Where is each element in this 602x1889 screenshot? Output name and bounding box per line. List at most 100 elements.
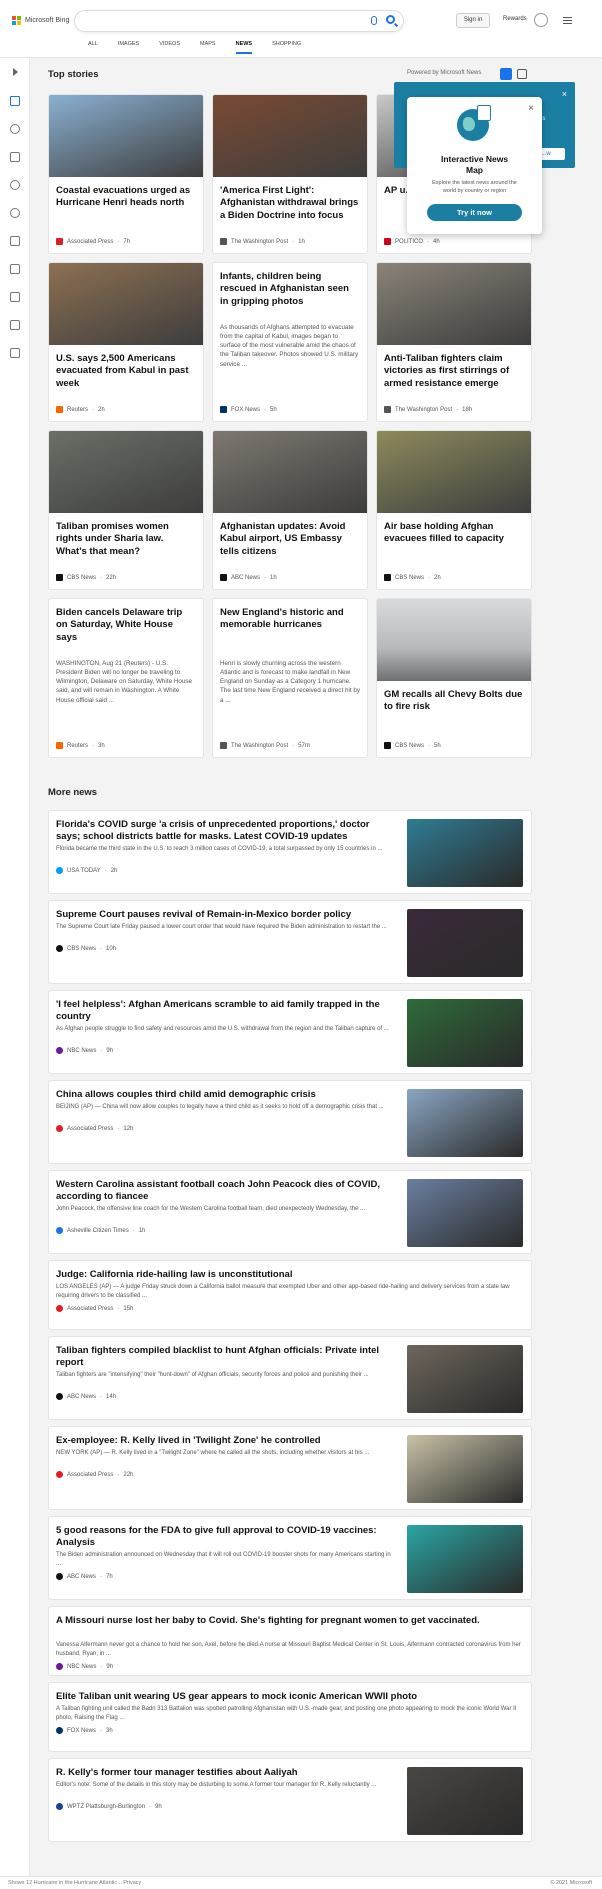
story-image[interactable] — [377, 263, 531, 345]
news-thumbnail[interactable] — [407, 1435, 523, 1503]
news-list-item[interactable]: Ex-employee: R. Kelly lived in 'Twilight… — [48, 1426, 532, 1510]
footer-left-text[interactable]: Shows 12 Hurricane in the Hurricane Atla… — [8, 1880, 141, 1886]
story-title[interactable]: GM recalls all Chevy Bolts due to fire r… — [384, 689, 524, 714]
story-card[interactable]: Taliban promises women rights under Shar… — [48, 430, 204, 590]
news-title[interactable]: China allows couples third child amid de… — [56, 1089, 395, 1101]
news-title[interactable]: Supreme Court pauses revival of Remain-i… — [56, 909, 395, 921]
news-thumbnail[interactable] — [407, 1767, 523, 1835]
entertainment-icon[interactable] — [10, 292, 20, 302]
news-thumbnail[interactable] — [407, 999, 523, 1067]
story-image[interactable] — [213, 431, 367, 513]
news-title[interactable]: Western Carolina assistant football coac… — [56, 1179, 395, 1204]
story-time: 5h — [270, 406, 277, 413]
news-list-item[interactable]: R. Kelly's former tour manager testifies… — [48, 1758, 532, 1842]
globe-icon[interactable] — [10, 208, 20, 218]
news-list-item[interactable]: Taliban fighters compiled blacklist to h… — [48, 1336, 532, 1420]
news-thumbnail[interactable] — [407, 1345, 523, 1413]
expand-rail-icon[interactable] — [13, 68, 18, 76]
home-icon[interactable] — [10, 96, 20, 106]
search-icon[interactable] — [386, 15, 395, 24]
news-list-item[interactable]: Supreme Court pauses revival of Remain-i… — [48, 900, 532, 984]
story-card[interactable]: Anti-Taliban fighters claim victories as… — [376, 262, 532, 422]
news-time: 10h — [106, 945, 117, 952]
story-title[interactable]: New England's historic and memorable hur… — [220, 607, 360, 632]
story-title[interactable]: Anti-Taliban fighters claim victories as… — [384, 353, 524, 390]
news-title[interactable]: 'I feel helpless': Afghan Americans scra… — [56, 999, 395, 1024]
story-image[interactable] — [49, 263, 203, 345]
story-image[interactable] — [377, 599, 531, 681]
story-title[interactable]: Infants, children being rescued in Afgha… — [220, 271, 360, 308]
story-card[interactable]: 'America First Light': Afghanistan withd… — [212, 94, 368, 254]
source-logo-icon — [220, 742, 227, 749]
news-title[interactable]: Judge: California ride-hailing law is un… — [56, 1269, 521, 1281]
news-list-item[interactable]: Florida's COVID surge 'a crisis of unpre… — [48, 810, 532, 894]
news-thumbnail[interactable] — [407, 1525, 523, 1593]
story-card[interactable]: GM recalls all Chevy Bolts due to fire r… — [376, 598, 532, 758]
news-thumbnail[interactable] — [407, 819, 523, 887]
story-card[interactable]: U.S. says 2,500 Americans evacuated from… — [48, 262, 204, 422]
grid-view-icon[interactable] — [500, 68, 512, 80]
story-card[interactable]: Air base holding Afghan evacuees filled … — [376, 430, 532, 590]
rewards-link[interactable]: Rewards — [503, 16, 527, 22]
microphone-icon[interactable] — [371, 16, 377, 25]
news-title[interactable]: Elite Taliban unit wearing US gear appea… — [56, 1691, 521, 1703]
story-card[interactable]: Infants, children being rescued in Afgha… — [212, 262, 368, 422]
news-thumbnail[interactable] — [407, 1089, 523, 1157]
news-list-item[interactable]: A Missouri nurse lost her baby to Covid.… — [48, 1606, 532, 1676]
news-title[interactable]: A Missouri nurse lost her baby to Covid.… — [56, 1615, 521, 1627]
callout-close-icon[interactable]: × — [562, 89, 567, 99]
story-image[interactable] — [49, 431, 203, 513]
business-icon[interactable] — [10, 320, 20, 330]
news-list-item[interactable]: Elite Taliban unit wearing US gear appea… — [48, 1682, 532, 1752]
science-icon[interactable] — [10, 236, 20, 246]
news-source: ABC News · 7h — [56, 1573, 113, 1580]
news-title[interactable]: R. Kelly's former tour manager testifies… — [56, 1767, 395, 1779]
source-name: ABC News — [67, 1573, 97, 1580]
story-title[interactable]: 'America First Light': Afghanistan withd… — [220, 185, 360, 222]
story-title[interactable]: Afghanistan updates: Avoid Kabul airport… — [220, 521, 360, 558]
news-list-item[interactable]: 5 good reasons for the FDA to give full … — [48, 1516, 532, 1600]
story-title[interactable]: Biden cancels Delaware trip on Saturday,… — [56, 607, 196, 644]
story-card[interactable]: Afghanistan updates: Avoid Kabul airport… — [212, 430, 368, 590]
story-card[interactable]: Coastal evacuations urged as Hurricane H… — [48, 94, 204, 254]
news-title[interactable]: Ex-employee: R. Kelly lived in 'Twilight… — [56, 1435, 395, 1447]
story-title[interactable]: U.S. says 2,500 Americans evacuated from… — [56, 353, 196, 390]
sign-in-button[interactable]: Sign in — [456, 13, 490, 28]
news-title[interactable]: Taliban fighters compiled blacklist to h… — [56, 1345, 395, 1370]
location-pin-icon[interactable] — [10, 180, 20, 190]
tab-images[interactable]: IMAGES — [118, 40, 139, 54]
story-image[interactable] — [377, 431, 531, 513]
tab-shopping[interactable]: SHOPPING — [272, 40, 301, 54]
story-card[interactable]: Biden cancels Delaware trip on Saturday,… — [48, 598, 204, 758]
search-input[interactable] — [74, 10, 404, 32]
story-snippet: As thousands of Afghans attempted to eva… — [220, 324, 359, 368]
story-image[interactable] — [49, 95, 203, 177]
bing-logo[interactable]: Microsoft Bing — [12, 16, 69, 25]
news-title[interactable]: Florida's COVID surge 'a crisis of unpre… — [56, 819, 395, 844]
rocket-icon[interactable] — [10, 264, 20, 274]
map-view-icon[interactable] — [517, 69, 527, 79]
story-card[interactable]: New England's historic and memorable hur… — [212, 598, 368, 758]
hamburger-menu-icon[interactable] — [563, 17, 572, 24]
tab-maps[interactable]: MAPS — [200, 40, 216, 54]
covid-icon[interactable] — [10, 124, 20, 134]
news-list-item[interactable]: China allows couples third child amid de… — [48, 1080, 532, 1164]
news-list-item[interactable]: Western Carolina assistant football coac… — [48, 1170, 532, 1254]
news-thumbnail[interactable] — [407, 1179, 523, 1247]
sports-icon[interactable] — [10, 348, 20, 358]
story-title[interactable]: Taliban promises women rights under Shar… — [56, 521, 196, 558]
try-it-now-button[interactable]: Try it now — [427, 204, 522, 221]
news-list-item[interactable]: Judge: California ride-hailing law is un… — [48, 1260, 532, 1330]
story-image[interactable] — [213, 95, 367, 177]
flag-icon[interactable] — [10, 152, 20, 162]
tab-all[interactable]: ALL — [88, 40, 98, 54]
news-title[interactable]: 5 good reasons for the FDA to give full … — [56, 1525, 395, 1550]
story-title[interactable]: Air base holding Afghan evacuees filled … — [384, 521, 524, 546]
rewards-trophy-icon[interactable] — [534, 13, 548, 27]
tab-news[interactable]: NEWS — [235, 40, 253, 54]
popup-close-icon[interactable]: × — [528, 103, 534, 114]
news-list-item[interactable]: 'I feel helpless': Afghan Americans scra… — [48, 990, 532, 1074]
news-thumbnail[interactable] — [407, 909, 523, 977]
tab-videos[interactable]: VIDEOS — [159, 40, 180, 54]
story-title[interactable]: Coastal evacuations urged as Hurricane H… — [56, 185, 196, 210]
